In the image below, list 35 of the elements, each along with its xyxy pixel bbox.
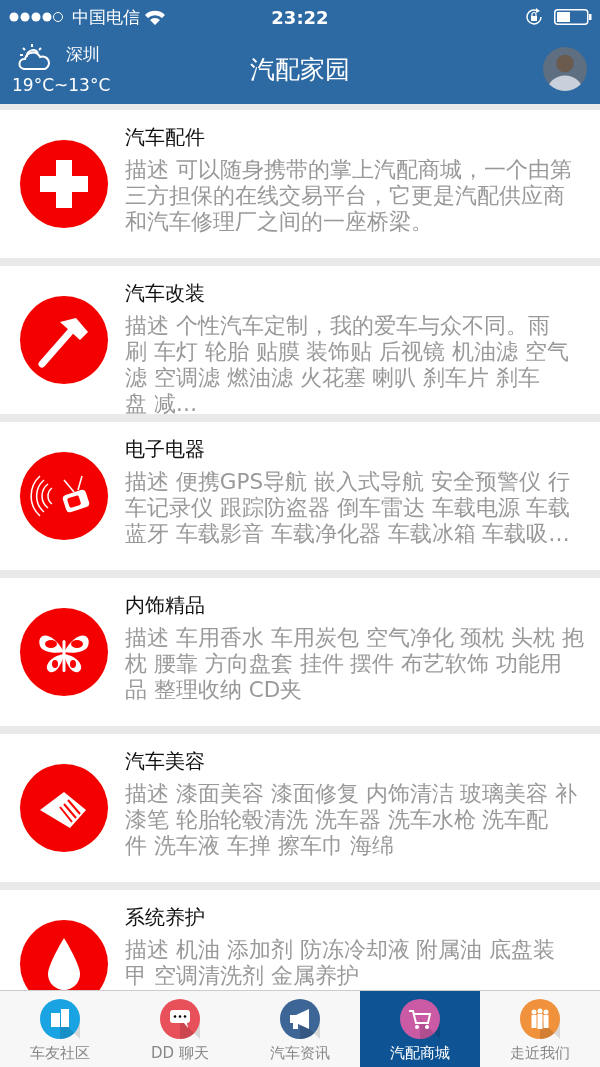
butterfly-icon: [20, 608, 108, 696]
app-title: 汽配家园: [249, 53, 350, 86]
tab-item[interactable]: 汽配商城: [360, 991, 480, 1067]
temperature-range: 19°C~13°C: [12, 75, 112, 95]
battery-icon: [554, 9, 592, 25]
category-description: 描述 漆面美容 漆面修复 内饰清洁 玻璃美容 补漆笔 轮胎轮毂清洗 洗车器 洗车水枪 洗车配件 洗车液 车掸 擦车巾 海绵: [125, 781, 579, 859]
category-description: 描述 机油 添加剂 防冻冷却液 附属油 底盘装甲 空调清洗剂 金属养护: [125, 937, 557, 989]
city-name: 深圳: [66, 43, 100, 66]
clock-time: 23:22: [271, 6, 329, 28]
category-card[interactable]: 汽车美容 描述 漆面美容 漆面修复 内饰清洁 玻璃美容 补漆笔 轮胎轮毂清洗 洗车器 洗车水枪 洗车配件 洗车液 车掸 擦车巾 海绵: [0, 734, 600, 882]
hammer-icon: [20, 296, 108, 384]
wifi-icon: [144, 9, 166, 25]
avatar[interactable]: [543, 47, 587, 91]
category-description: 描述 可以随身携带的掌上汽配商城，一个由第三方担保的在线交易平台，它更是汽配供应商和汽车修理厂之间的一座桥梁。: [125, 157, 573, 235]
rotation-lock-icon: [524, 7, 544, 27]
category-title: 内饰精品: [125, 592, 206, 619]
weather-icon: [18, 43, 52, 73]
carrier-name: 中国电信: [72, 5, 140, 29]
tab-item[interactable]: 走近我们: [480, 991, 600, 1067]
cross-icon: [20, 140, 108, 228]
category-card[interactable]: 电子电器 描述 便携GPS导航 嵌入式导航 安全预警仪 行车记录仪 跟踪防盗器 倒车雷达 车载电源 车载蓝牙 车载影音 车载净化器 车载冰箱 车载吸…: [0, 422, 600, 570]
category-card[interactable]: 内饰精品 描述 车用香水 车用炭包 空气净化 颈枕 头枕 抱枕 腰靠 方向盘套 挂件 摆件 布艺软饰 功能用品 整理收纳 CD夹: [0, 578, 600, 726]
tv-signal-icon: [20, 452, 108, 540]
category-card[interactable]: 系统养护 描述 机油 添加剂 防冻冷却液 附属油 底盘装甲 空调清洗剂 金属养护: [0, 890, 600, 990]
category-card[interactable]: 汽车改装 描述 个性汽车定制，我的爱车与众不同。雨刷 车灯 轮胎 贴膜 装饰贴 后视镜 机油滤 空气滤 空调滤 燃油滤 火花塞 喇叭 刹车片 刹车盘 减…: [0, 266, 600, 414]
category-title: 系统养护: [125, 904, 206, 931]
category-title: 汽车改装: [125, 280, 206, 307]
category-title: 汽车配件: [125, 124, 206, 151]
category-description: 描述 个性汽车定制，我的爱车与众不同。雨刷 车灯 轮胎 贴膜 装饰贴 后视镜 机油滤 空气滤 空调滤 燃油滤 火花塞 喇叭 刹车片 刹车盘 减…: [125, 313, 570, 417]
category-description: 描述 车用香水 车用炭包 空气净化 颈枕 头枕 抱枕 腰靠 方向盘套 挂件 摆件 布艺软饰 功能用品 整理收纳 CD夹: [125, 625, 584, 703]
category-card[interactable]: 汽车配件 描述 可以随身携带的掌上汽配商城，一个由第三方担保的在线交易平台，它更是汽配供应商和汽车修理厂之间的一座桥梁。: [0, 110, 600, 258]
comb-icon: [20, 764, 108, 852]
category-description: 描述 便携GPS导航 嵌入式导航 安全预警仪 行车记录仪 跟踪防盗器 倒车雷达 车载电源 车载蓝牙 车载影音 车载净化器 车载冰箱 车载吸…: [125, 469, 572, 547]
category-title: 汽车美容: [125, 748, 206, 775]
category-title: 电子电器: [125, 436, 206, 463]
